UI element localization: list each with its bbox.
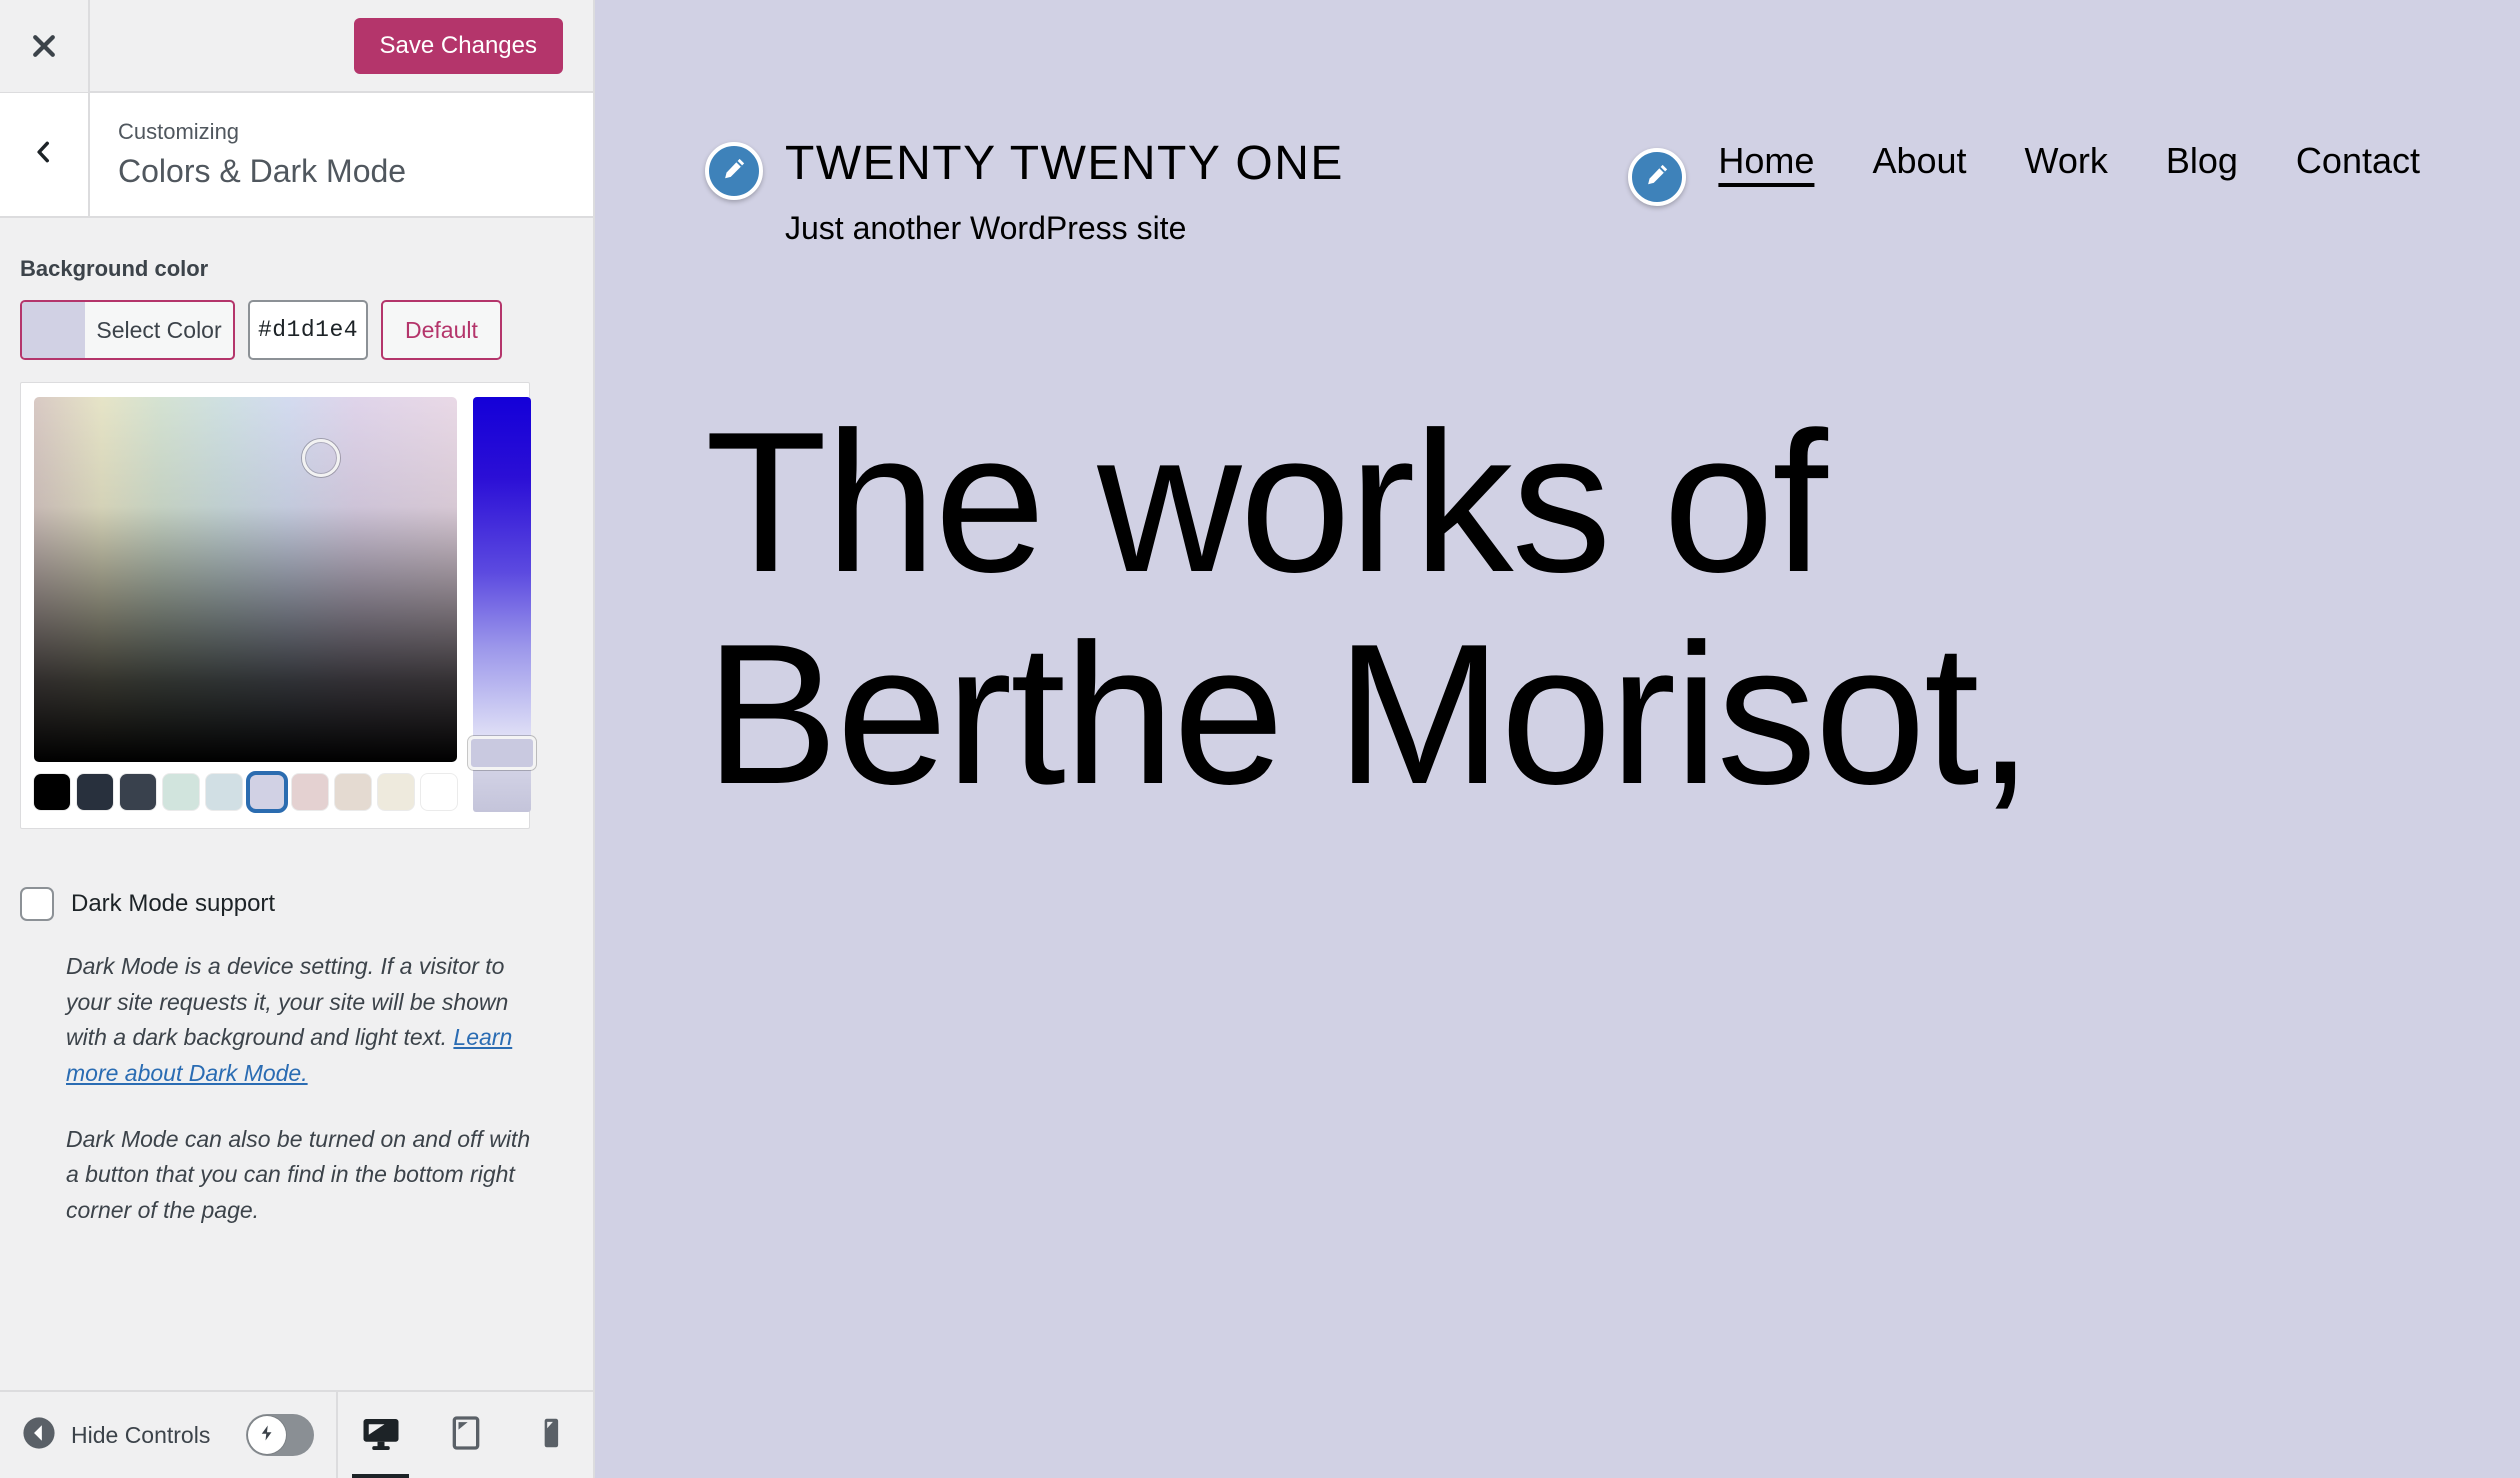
nav-item-home[interactable]: Home — [1718, 140, 1814, 182]
nav-item-blog[interactable]: Blog — [2166, 140, 2238, 182]
hide-controls-button[interactable]: Hide Controls — [0, 1416, 228, 1455]
collapse-left-circle-icon — [22, 1416, 56, 1455]
customizing-kicker: Customizing — [118, 118, 240, 144]
device-mobile-button[interactable] — [508, 1391, 593, 1478]
edit-menu-shortcut[interactable] — [1628, 148, 1687, 206]
preview-site-title[interactable]: TWENTY TWENTY ONE — [785, 140, 1344, 188]
tablet-icon — [446, 1413, 486, 1458]
color-swatch-tan[interactable] — [335, 774, 371, 810]
preview-primary-nav: Home About Work Blog Contact — [1718, 140, 2420, 182]
color-picker-panel — [20, 382, 536, 829]
hue-column — [468, 397, 536, 812]
select-color-button[interactable]: Select Color — [20, 300, 235, 360]
preview-site-tagline: Just another WordPress site — [785, 210, 1187, 246]
color-swatch-lavender[interactable] — [246, 771, 288, 813]
back-button[interactable] — [0, 93, 90, 216]
section-title: Colors & Dark Mode — [118, 152, 407, 189]
edit-site-title-shortcut[interactable] — [705, 142, 763, 200]
preview-navigation-block: Home About Work Blog Contact — [1628, 140, 2420, 206]
section-titles: Customizing Colors & Dark Mode — [90, 93, 593, 216]
nav-item-about[interactable]: About — [1872, 140, 1966, 182]
color-swatch-white[interactable] — [421, 774, 457, 810]
hide-controls-label: Hide Controls — [71, 1421, 211, 1448]
desktop-icon — [360, 1412, 402, 1459]
pencil-edit-icon — [1643, 161, 1671, 194]
preview-link-toggle[interactable] — [246, 1414, 314, 1456]
color-swatch-slate[interactable] — [120, 774, 156, 810]
customizer-sidebar: Save Changes Customizing Colors & Dark M… — [0, 0, 595, 1478]
mobile-icon — [532, 1414, 570, 1457]
default-color-button[interactable]: Default — [381, 300, 502, 360]
background-color-label: Background color — [20, 256, 209, 281]
color-control-row: Select Color Default — [20, 300, 573, 360]
select-color-label: Select Color — [96, 316, 222, 343]
section-header: Customizing Colors & Dark Mode — [0, 93, 593, 218]
saturation-value-area[interactable] — [34, 397, 457, 762]
dark-mode-checkbox-row[interactable]: Dark Mode support — [20, 887, 573, 921]
chevron-left-icon — [31, 137, 57, 172]
close-customizer-button[interactable] — [0, 0, 90, 92]
color-swatch-light-blue[interactable] — [206, 774, 242, 810]
saturation-value-cursor[interactable] — [302, 439, 340, 477]
preview-hero-heading: The works of Berthe Morisot, — [705, 391, 2033, 826]
site-branding: TWENTY TWENTY ONE Just another WordPress… — [705, 140, 1344, 247]
nav-item-contact[interactable]: Contact — [2296, 140, 2420, 182]
hex-color-input[interactable] — [248, 300, 368, 360]
dark-mode-description-1: Dark Mode is a device setting. If a visi… — [20, 949, 540, 1092]
save-changes-button[interactable]: Save Changes — [353, 17, 563, 74]
customizer-header: Save Changes — [0, 0, 593, 93]
sidebar-content: Background color Select Color Default — [0, 218, 593, 1390]
dark-mode-description-1-text: Dark Mode is a device setting. If a visi… — [66, 953, 509, 1051]
device-preview-switcher — [336, 1391, 593, 1478]
color-swatch-black[interactable] — [34, 774, 70, 810]
dark-mode-description-2: Dark Mode can also be turned on and off … — [66, 1125, 531, 1223]
color-swatch-cream[interactable] — [378, 774, 414, 810]
current-color-chip — [22, 302, 85, 358]
site-preview: TWENTY TWENTY ONE Just another WordPress… — [595, 0, 2520, 1478]
dark-mode-checkbox[interactable] — [20, 887, 54, 921]
hue-slider-footer — [473, 766, 531, 812]
hue-slider[interactable] — [468, 397, 536, 770]
toggle-knob — [248, 1416, 287, 1454]
nav-item-work[interactable]: Work — [2025, 140, 2108, 182]
preview-site-header: TWENTY TWENTY ONE Just another WordPress… — [595, 0, 2520, 247]
hue-slider-handle[interactable] — [468, 736, 536, 770]
picker-left-column — [34, 397, 457, 813]
lightning-bolt-icon — [258, 1424, 276, 1447]
color-swatch-dark-navy[interactable] — [77, 774, 113, 810]
save-area: Save Changes — [90, 17, 593, 74]
color-swatch-mint[interactable] — [163, 774, 199, 810]
pencil-edit-icon — [720, 155, 748, 188]
device-desktop-button[interactable] — [338, 1391, 423, 1478]
customizer-app: Save Changes Customizing Colors & Dark M… — [0, 0, 2520, 1478]
dark-mode-checkbox-label: Dark Mode support — [71, 890, 276, 917]
device-tablet-button[interactable] — [423, 1391, 508, 1478]
color-swatch-row — [34, 771, 457, 813]
close-x-icon — [29, 31, 59, 61]
customizer-footer: Hide Controls — [0, 1390, 593, 1478]
color-swatch-pink[interactable] — [292, 774, 328, 810]
